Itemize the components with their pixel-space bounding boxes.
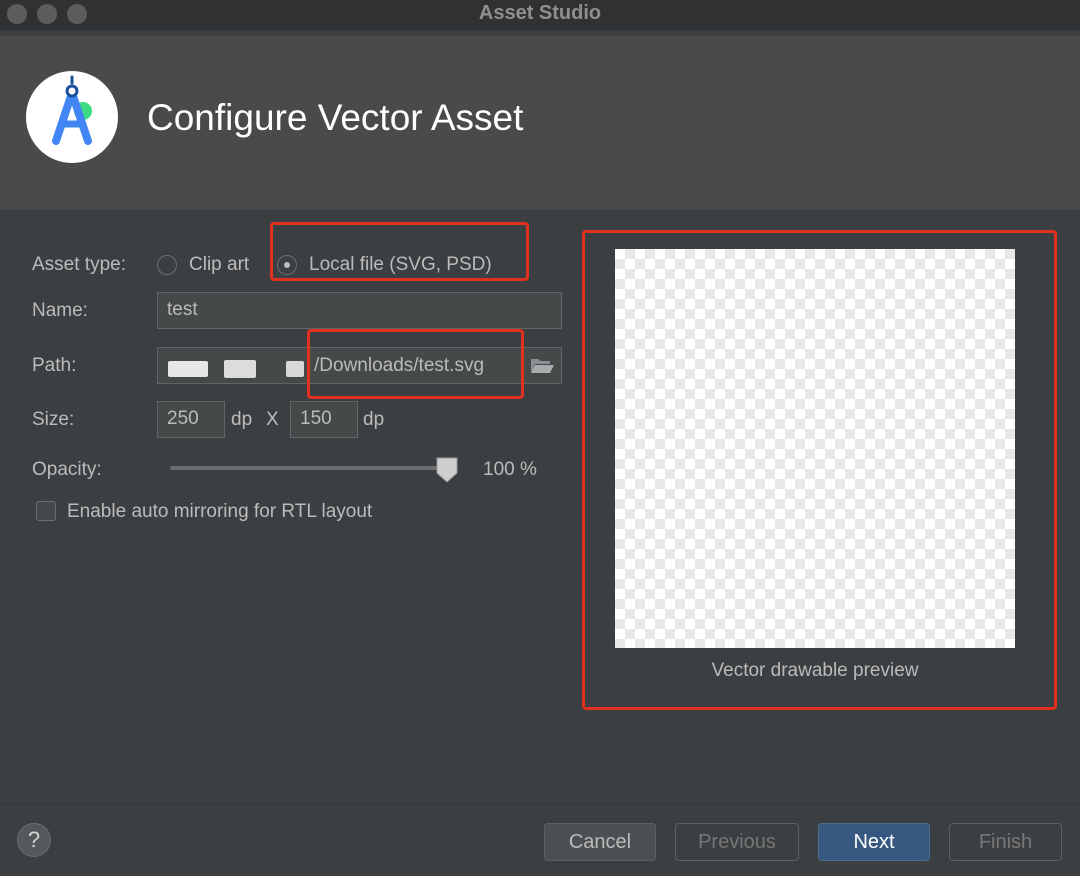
height-field[interactable]: 150 — [290, 401, 358, 438]
width-unit: dp — [231, 409, 253, 430]
cancel-button[interactable]: Cancel — [544, 823, 656, 861]
name-label: Name: — [32, 300, 88, 321]
page-title: Configure Vector Asset — [147, 97, 524, 138]
opacity-slider-thumb[interactable] — [436, 457, 458, 483]
rtl-mirroring-checkbox[interactable] — [36, 501, 56, 521]
window-titlebar: Asset Studio — [0, 0, 1080, 30]
folder-open-icon — [531, 359, 554, 373]
next-button[interactable]: Next — [818, 823, 930, 861]
path-label: Path: — [32, 355, 77, 376]
opacity-value: 100 % — [483, 459, 537, 480]
help-button[interactable]: ? — [17, 823, 51, 857]
height-unit: dp — [363, 409, 385, 430]
opacity-slider-track[interactable] — [170, 466, 445, 470]
local-file-highlight — [270, 222, 529, 281]
width-field[interactable]: 250 — [157, 401, 225, 438]
redacted-path-segment — [286, 361, 304, 377]
redacted-path-segment — [168, 361, 208, 377]
opacity-label: Opacity: — [32, 459, 102, 480]
window-title: Asset Studio — [478, 2, 602, 24]
rtl-mirroring-label[interactable]: Enable auto mirroring for RTL layout — [67, 500, 372, 524]
asset-type-label: Asset type: — [32, 254, 126, 275]
size-label: Size: — [32, 409, 75, 430]
name-field[interactable]: test — [157, 292, 562, 329]
finish-button[interactable]: Finish — [949, 823, 1062, 861]
redacted-path-segment — [224, 360, 256, 378]
size-separator: X — [266, 409, 279, 430]
browse-button[interactable] — [521, 347, 562, 384]
previous-button[interactable]: Previous — [675, 823, 799, 861]
path-highlight — [307, 329, 524, 399]
footer-divider — [0, 804, 1080, 805]
android-studio-logo-icon — [26, 71, 118, 163]
clip-art-radio-label[interactable]: Clip art — [189, 253, 249, 277]
clip-art-radio[interactable] — [157, 255, 177, 275]
preview-highlight — [582, 230, 1057, 710]
wizard-header: Configure Vector Asset — [0, 36, 1080, 210]
